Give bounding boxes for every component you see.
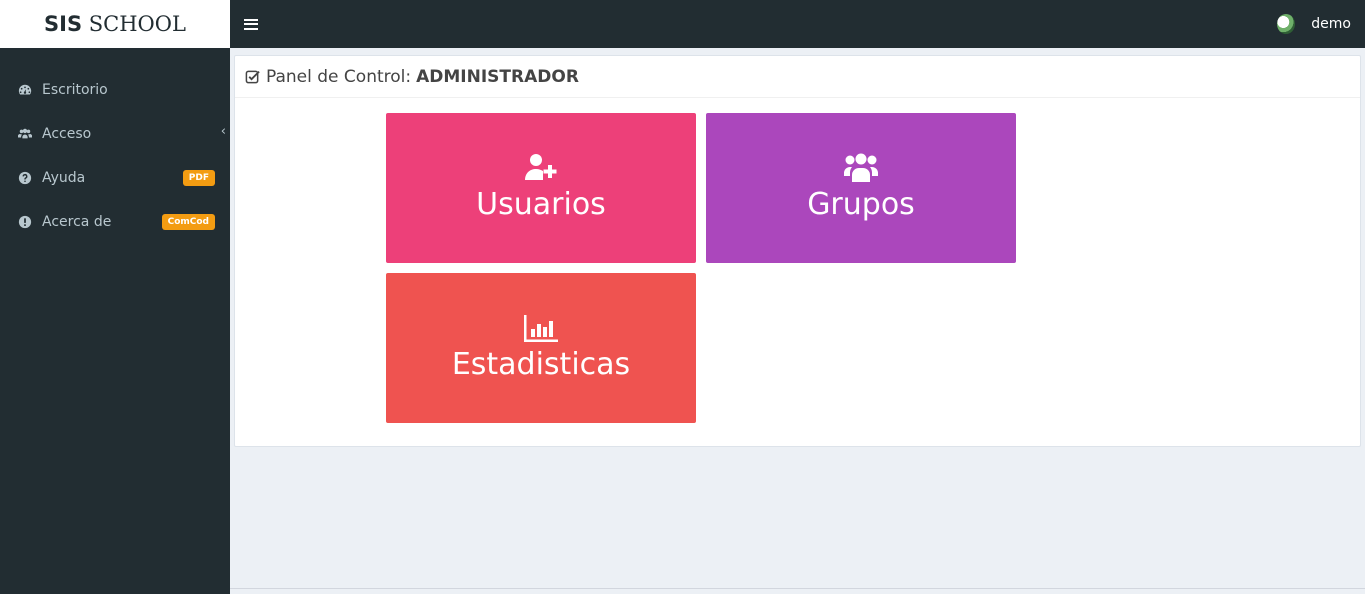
sidebar: Escritorio Acceso ‹ Ayuda PDF Acerca de … (0, 48, 230, 594)
users-icon (18, 127, 32, 141)
sidebar-item-ayuda[interactable]: Ayuda PDF (0, 156, 230, 200)
avatar[interactable] (1277, 14, 1296, 34)
exclamation-icon (18, 215, 32, 229)
bar-chart-icon (523, 312, 559, 344)
sidebar-item-label: Acerca de (42, 214, 112, 230)
control-panel: Panel de Control: ADMINISTRADOR Usuarios… (234, 55, 1361, 447)
group-icon (843, 152, 879, 184)
pdf-badge: PDF (182, 170, 215, 186)
usuarios-tile[interactable]: Usuarios (386, 113, 696, 263)
grupos-tile[interactable]: Grupos (706, 113, 1016, 263)
sidebar-item-label: Ayuda (42, 170, 86, 186)
check-square-icon (245, 70, 260, 84)
panel-title: Panel de Control: (266, 66, 412, 87)
sidebar-item-escritorio[interactable]: Escritorio (0, 68, 230, 112)
username[interactable]: demo (1311, 16, 1351, 32)
chevron-left-icon[interactable]: ‹ (221, 124, 226, 139)
user-menu[interactable]: demo (1277, 14, 1351, 34)
estadisticas-tile[interactable]: Estadisticas (386, 273, 696, 423)
logo-rest: SCHOOL (82, 12, 186, 36)
main-content: Panel de Control: ADMINISTRADOR Usuarios… (230, 48, 1365, 594)
usuarios-label: Usuarios (476, 187, 606, 222)
menu-toggle-icon[interactable] (244, 18, 258, 30)
sidebar-item-label: Escritorio (42, 82, 108, 98)
user-plus-icon (523, 152, 559, 184)
dashboard-icon (18, 83, 32, 97)
footer-divider (230, 588, 1365, 589)
grupos-label: Grupos (807, 187, 915, 222)
top-navbar: demo (230, 0, 1365, 48)
question-icon (18, 171, 32, 185)
panel-role: ADMINISTRADOR (416, 66, 579, 87)
logo-bold: SIS (44, 12, 83, 36)
logo-box[interactable]: SIS SCHOOL (0, 0, 230, 48)
panel-header: Panel de Control: ADMINISTRADOR (235, 56, 1360, 98)
sidebar-item-acceso[interactable]: Acceso ‹ (0, 112, 230, 156)
sidebar-item-label: Acceso (42, 126, 92, 142)
comcod-badge: ComCod (161, 214, 215, 230)
estadisticas-label: Estadisticas (451, 347, 631, 382)
app-logo[interactable]: SIS SCHOOL (44, 12, 186, 36)
sidebar-item-acerca-de[interactable]: Acerca de ComCod (0, 200, 230, 244)
